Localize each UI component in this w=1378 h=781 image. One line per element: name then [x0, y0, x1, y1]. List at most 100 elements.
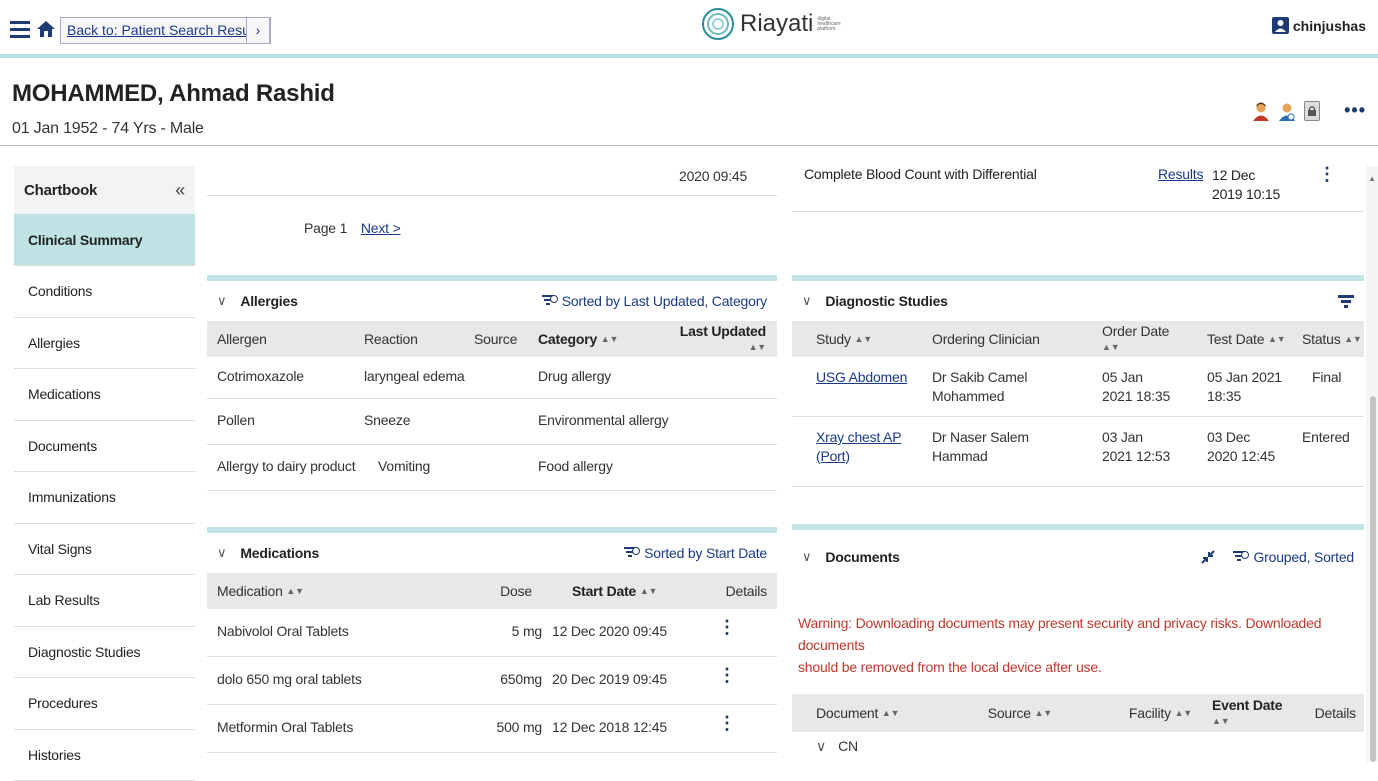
col-details: Details: [702, 583, 777, 599]
col-test-date[interactable]: Test Date ▲▼: [1197, 331, 1302, 347]
table-row[interactable]: Metformin Oral Tablets 500 mg 12 Dec 201…: [207, 705, 777, 753]
next-page-link[interactable]: Next >: [361, 220, 401, 236]
col-source[interactable]: Source ▲▼: [942, 705, 1062, 721]
medication-cell: Metformin Oral Tablets: [207, 719, 437, 735]
home-icon[interactable]: [36, 20, 56, 43]
col-document[interactable]: Document ▲▼: [792, 705, 942, 721]
allergies-header: ∨ Allergies Sorted by Last Updated, Cate…: [207, 281, 777, 321]
row-actions-icon[interactable]: ⋮: [718, 671, 736, 679]
sidebar-title: Chartbook: [24, 182, 97, 199]
table-row[interactable]: Nabivolol Oral Tablets 5 mg 12 Dec 2020 …: [207, 609, 777, 657]
page-scrollbar[interactable]: ▲: [1366, 166, 1378, 762]
sort-icon: ▲▼: [601, 334, 618, 344]
menu-icon[interactable]: [10, 21, 30, 37]
table-row[interactable]: dolo 650 mg oral tablets 650mg 20 Dec 20…: [207, 657, 777, 705]
document-group-cn[interactable]: ∨ CN: [792, 732, 1364, 755]
row-actions-icon[interactable]: ⋮: [718, 719, 736, 727]
col-start-date[interactable]: Start Date ▲▼: [542, 583, 702, 599]
clinician-icon[interactable]: [1278, 102, 1296, 120]
top-bar: Back to: Patient Search Results › Riayat…: [0, 0, 1378, 58]
col-order-date[interactable]: Order Date ▲▼: [1092, 323, 1197, 355]
dose-cell: 650mg: [437, 671, 542, 687]
allergies-sort-button[interactable]: Sorted by Last Updated, Category: [542, 293, 767, 309]
diagnostic-table-header: Study ▲▼ Ordering Clinician Order Date ▲…: [792, 321, 1364, 357]
category-cell: Drug allergy: [528, 368, 728, 384]
medications-sort-button[interactable]: Sorted by Start Date: [624, 545, 767, 561]
filter-icon[interactable]: [1338, 294, 1354, 308]
documents-sort-button[interactable]: Grouped, Sorted: [1233, 549, 1354, 565]
col-medication[interactable]: Medication ▲▼: [207, 583, 437, 599]
user-menu[interactable]: chinjushas: [1272, 17, 1366, 34]
table-row[interactable]: USG Abdomen Dr Sakib CamelMohammed 05 Ja…: [792, 357, 1364, 417]
col-dose: Dose: [437, 583, 542, 599]
table-row[interactable]: Pollen Sneeze Environmental allergy: [207, 399, 777, 445]
sort-icon: ▲▼: [1212, 716, 1229, 726]
care-team-icon[interactable]: [1252, 102, 1270, 120]
start-date-cell: 20 Dec 2019 09:45: [542, 671, 722, 687]
group-label: CN: [838, 738, 858, 755]
chevron-right-icon[interactable]: ›: [246, 17, 270, 44]
sidebar-header: Chartbook «: [14, 166, 195, 214]
order-date-line2: 2021 12:53: [1102, 448, 1170, 464]
patient-name: MOHAMMED, Ahmad Rashid: [12, 80, 335, 108]
col-source: Source: [464, 331, 528, 347]
warning-line2: should be removed from the local device …: [798, 659, 1102, 675]
sort-icon: ▲▼: [1102, 342, 1119, 352]
diagnostic-title: Diagnostic Studies: [825, 293, 947, 309]
col-status[interactable]: Status ▲▼: [1302, 331, 1364, 347]
study-link[interactable]: Xray chest AP(Port): [792, 428, 922, 466]
study-link[interactable]: USG Abdomen: [792, 368, 922, 387]
chevron-down-icon[interactable]: ∨: [802, 293, 811, 309]
scrollbar-thumb[interactable]: [1370, 396, 1376, 762]
table-row[interactable]: Xray chest AP(Port) Dr Naser Salem Hamma…: [792, 417, 1364, 487]
col-study-label: Study: [816, 331, 851, 347]
sidebar-item-vital-signs[interactable]: Vital Signs: [14, 524, 195, 576]
sidebar-item-conditions[interactable]: Conditions: [14, 266, 195, 318]
col-last-updated[interactable]: Last Updated ▲▼: [658, 323, 776, 355]
col-status-label: Status: [1302, 331, 1341, 347]
sidebar-item-lab-results[interactable]: Lab Results: [14, 575, 195, 627]
table-row[interactable]: Cotrimoxazole laryngeal edema Drug aller…: [207, 357, 777, 399]
more-options-button[interactable]: •••: [1344, 100, 1366, 121]
collapse-sidebar-icon[interactable]: «: [175, 180, 185, 201]
order-date-cell: 05 Jan2021 18:35: [1092, 368, 1197, 406]
sidebar-item-medications[interactable]: Medications: [14, 369, 195, 421]
allergies-table-header: Allergen Reaction Source Category ▲▼ Las…: [207, 321, 777, 357]
col-study[interactable]: Study ▲▼: [792, 331, 922, 347]
chevron-down-icon[interactable]: ∨: [802, 549, 811, 565]
lab-results-panel-tail: Complete Blood Count with Differential R…: [792, 160, 1364, 270]
row-actions-icon[interactable]: ⋮: [718, 623, 736, 631]
dose-cell: 5 mg: [437, 623, 542, 639]
previous-panel-tail: 2020 09:45 Page 1 Next >: [207, 160, 777, 270]
sidebar-item-histories[interactable]: Histories: [14, 730, 195, 781]
chevron-down-icon[interactable]: ∨: [217, 293, 226, 309]
col-start-date-label: Start Date: [572, 583, 636, 599]
warning-line1: Warning: Downloading documents may prese…: [798, 615, 1321, 653]
col-reaction: Reaction: [354, 331, 464, 347]
sidebar-item-diagnostic-studies[interactable]: Diagnostic Studies: [14, 627, 195, 679]
col-facility[interactable]: Facility ▲▼: [1062, 705, 1202, 721]
start-date-cell: 12 Dec 2020 09:45: [542, 623, 722, 639]
start-date-cell: 12 Dec 2018 12:45: [542, 719, 722, 735]
documents-title: Documents: [825, 549, 899, 565]
col-event-date[interactable]: Event Date ▲▼: [1202, 697, 1302, 729]
col-facility-label: Facility: [1129, 705, 1171, 721]
chevron-down-icon[interactable]: ∨: [217, 545, 226, 561]
collapse-all-icon[interactable]: [1201, 550, 1215, 564]
col-category[interactable]: Category ▲▼: [528, 331, 658, 347]
sidebar-item-documents[interactable]: Documents: [14, 421, 195, 473]
documents-table-header: Document ▲▼ Source ▲▼ Facility ▲▼ Event …: [792, 694, 1364, 732]
scroll-up-icon[interactable]: ▲: [1368, 174, 1376, 183]
sidebar-item-procedures[interactable]: Procedures: [14, 678, 195, 730]
col-medication-label: Medication: [217, 583, 283, 599]
sidebar-item-allergies[interactable]: Allergies: [14, 318, 195, 370]
sidebar-item-immunizations[interactable]: Immunizations: [14, 472, 195, 524]
lock-icon[interactable]: [1304, 101, 1320, 121]
results-link[interactable]: Results: [1158, 166, 1203, 182]
sort-icon: ▲▼: [1035, 708, 1052, 718]
sidebar-item-clinical-summary[interactable]: Clinical Summary: [14, 214, 195, 266]
row-actions-icon[interactable]: ⋮: [1318, 170, 1336, 178]
test-name: Complete Blood Count with Differential: [804, 166, 1037, 182]
table-row[interactable]: Allergy to dairy product Vomiting Food a…: [207, 445, 777, 491]
back-to-search-link[interactable]: Back to: Patient Search Results: [60, 17, 271, 44]
